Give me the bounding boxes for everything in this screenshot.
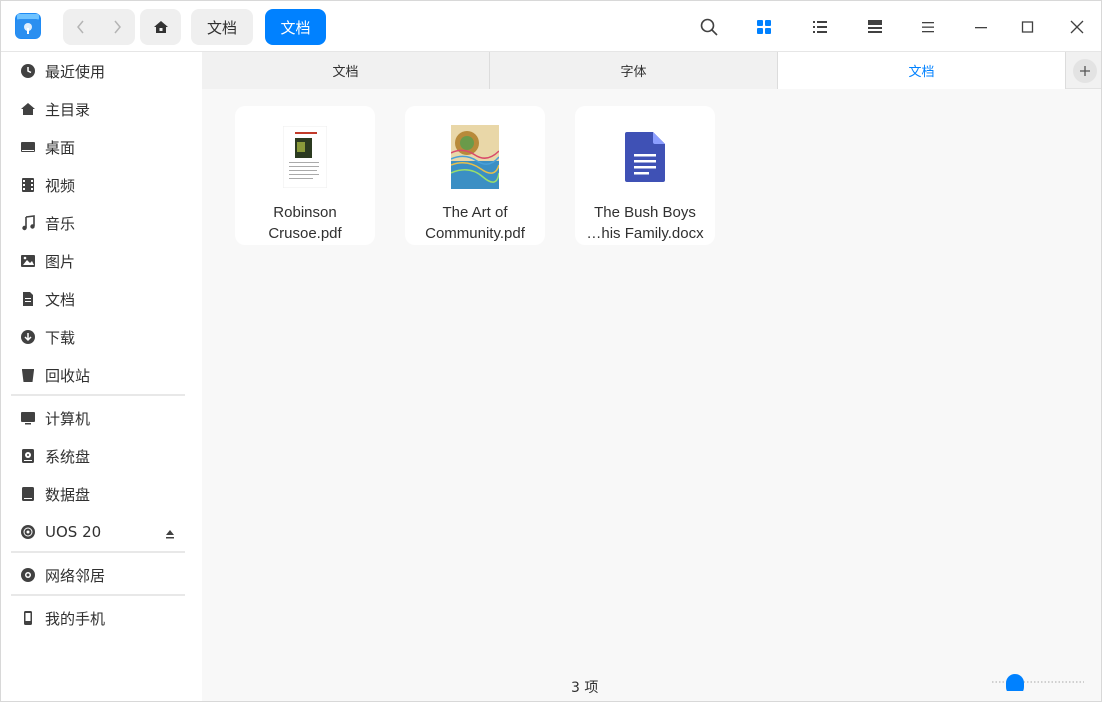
menu-icon [922, 22, 934, 33]
picture-icon [19, 252, 37, 270]
sidebar-item-label: 音乐 [45, 214, 76, 233]
download-icon [19, 328, 37, 346]
sidebar-item-system-disk[interactable]: 系统盘 [1, 437, 202, 475]
navigation-buttons [63, 9, 135, 45]
file-name: The Art of Community.pdf [425, 204, 525, 242]
sidebar-item-label: 桌面 [45, 138, 76, 157]
sidebar-item-label: 网络邻居 [45, 566, 106, 585]
home-breadcrumb-button[interactable] [140, 9, 181, 45]
sidebar-item-label: 文档 [45, 290, 76, 309]
pdf-thumbnail [275, 124, 335, 190]
status-item-count: 3 项 [571, 680, 599, 696]
home-icon [153, 21, 168, 33]
sidebar-item-downloads[interactable]: 下载 [1, 318, 202, 356]
icon-view-icon [757, 20, 771, 34]
sidebar-item-network[interactable]: 网络邻居 [1, 556, 202, 594]
close-icon [1070, 20, 1084, 34]
chevron-right-icon [114, 20, 121, 34]
trash-icon [19, 366, 37, 384]
music-icon [19, 214, 37, 232]
sidebar-divider [11, 394, 185, 396]
back-button[interactable] [63, 9, 99, 45]
list-view-icon [813, 21, 827, 33]
optical-disc-icon [19, 523, 37, 541]
sidebar-item-label: 下载 [45, 328, 76, 347]
sidebar-item-recent[interactable]: 最近使用 [1, 52, 202, 90]
icon-size-slider[interactable] [992, 673, 1084, 696]
file-view[interactable]: Robinson Crusoe.pdf The Art of Community… [202, 89, 1101, 701]
clock-icon [19, 62, 37, 80]
network-icon [19, 566, 37, 584]
detail-view-button[interactable] [861, 13, 889, 41]
sidebar-item-pictures[interactable]: 图片 [1, 242, 202, 280]
plus-icon [1080, 66, 1090, 76]
maximize-button[interactable] [1014, 13, 1042, 41]
sidebar-item-desktop[interactable]: 桌面 [1, 128, 202, 166]
tab-bar: 文档 字体 文档 [202, 52, 1101, 89]
sidebar-item-my-phone[interactable]: 我的手机 [1, 599, 202, 637]
chevron-left-icon [77, 20, 84, 34]
computer-icon [19, 409, 37, 427]
sidebar-divider [11, 594, 185, 596]
sidebar-item-label: 计算机 [45, 409, 91, 428]
file-item[interactable]: The Art of Community.pdf [405, 106, 545, 245]
slider-handle [1006, 674, 1024, 696]
search-icon [700, 18, 718, 36]
home-icon [19, 100, 37, 118]
pdf-cover-thumbnail [445, 124, 505, 190]
sidebar-item-documents[interactable]: 文档 [1, 280, 202, 318]
breadcrumb-documents[interactable]: 文档 [191, 9, 253, 45]
breadcrumb-documents-current[interactable]: 文档 [265, 9, 326, 45]
sidebar-item-label: 最近使用 [45, 62, 106, 81]
minimize-button[interactable] [967, 13, 995, 41]
sidebar-item-data-disk[interactable]: 数据盘 [1, 475, 202, 513]
data-disk-icon [19, 485, 37, 503]
file-name: Robinson Crusoe.pdf [268, 204, 342, 242]
list-view-button[interactable] [806, 13, 834, 41]
desktop-icon [19, 138, 37, 156]
sidebar-item-label: 数据盘 [45, 485, 91, 504]
close-button[interactable] [1063, 13, 1091, 41]
file-item[interactable]: Robinson Crusoe.pdf [235, 106, 375, 245]
add-tab-button[interactable] [1073, 59, 1097, 83]
file-manager-app-icon [13, 11, 43, 41]
eject-icon[interactable] [164, 526, 176, 539]
icon-view-button[interactable] [750, 13, 778, 41]
detail-view-icon [868, 20, 882, 33]
file-manager-window: 文档 文档 最近使用 主目录 桌面 视频 音乐 图片 文档 下载 回收站 计算机… [0, 0, 1102, 702]
docx-icon [615, 124, 675, 190]
sidebar-item-videos[interactable]: 视频 [1, 166, 202, 204]
sidebar-item-uos20[interactable]: UOS 20 [1, 513, 202, 551]
phone-icon [19, 609, 37, 627]
tab-fonts[interactable]: 字体 [490, 52, 778, 89]
sidebar-item-trash[interactable]: 回收站 [1, 356, 202, 394]
file-name: The Bush Boys …his Family.docx [586, 204, 704, 242]
tab-documents-active[interactable]: 文档 [778, 52, 1066, 89]
sidebar-item-label: 我的手机 [45, 609, 106, 628]
sidebar-item-music[interactable]: 音乐 [1, 204, 202, 242]
document-icon [19, 290, 37, 308]
forward-button[interactable] [99, 9, 135, 45]
sidebar-item-label: 系统盘 [45, 447, 91, 466]
sidebar-item-home[interactable]: 主目录 [1, 90, 202, 128]
video-icon [19, 176, 37, 194]
sidebar-item-label: 主目录 [45, 100, 91, 119]
file-item[interactable]: The Bush Boys …his Family.docx [575, 106, 715, 245]
title-bar: 文档 文档 [1, 1, 1101, 52]
sidebar-item-label: 图片 [45, 252, 76, 271]
system-disk-icon [19, 447, 37, 465]
main-menu-button[interactable] [914, 13, 942, 41]
sidebar: 最近使用 主目录 桌面 视频 音乐 图片 文档 下载 回收站 计算机 系统盘 数… [1, 52, 202, 701]
sidebar-divider [11, 551, 185, 553]
minimize-icon [975, 27, 987, 29]
sidebar-item-label: 视频 [45, 176, 76, 195]
maximize-icon [1021, 21, 1034, 33]
search-button[interactable] [695, 13, 723, 41]
sidebar-item-label: 回收站 [45, 366, 91, 385]
sidebar-item-label: UOS 20 [45, 523, 102, 541]
tab-documents-1[interactable]: 文档 [202, 52, 490, 89]
sidebar-item-computer[interactable]: 计算机 [1, 399, 202, 437]
